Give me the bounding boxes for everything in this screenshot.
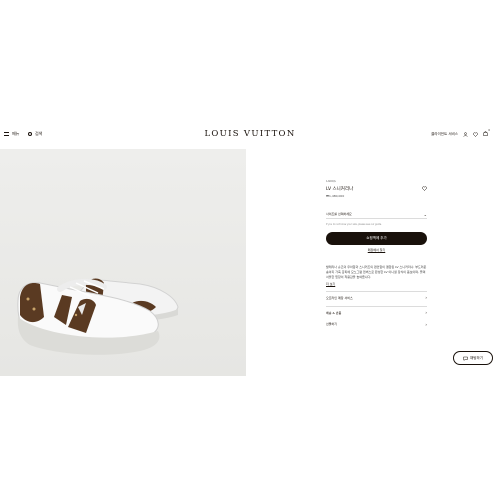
read-more-link[interactable]: 더 보기: [326, 282, 427, 286]
shopping-bag-icon: [483, 131, 488, 136]
brand-logo[interactable]: LOUIS VUITTON: [0, 129, 500, 139]
chevron-right-icon: ›: [425, 310, 427, 315]
product-description: 발레리나 슈즈의 우아함과 스니커즈의 편안함이 결합된 LV 스니커리나. 부…: [326, 265, 427, 279]
add-to-cart-button[interactable]: 쇼핑백에 추가: [326, 232, 427, 245]
product-price: ₩1,480,000: [326, 194, 345, 198]
info-row-label: 선물하기: [326, 322, 338, 326]
info-row-gift[interactable]: 선물하기 ›: [326, 318, 427, 330]
info-rows: 오프라인 매장 서비스 › 배송 & 반품 › 선물하기 ›: [326, 291, 427, 330]
bag-count-badge: 0: [488, 129, 490, 132]
info-row-shipping[interactable]: 배송 & 반품 ›: [326, 306, 427, 318]
sneaker-illustration: [17, 278, 179, 355]
contact-link[interactable]: 클라이언트 서비스: [431, 132, 458, 137]
chat-button[interactable]: 채팅하기: [453, 351, 493, 365]
product-image[interactable]: [0, 149, 246, 376]
chevron-down-icon: ⌄: [423, 211, 427, 217]
title-row: LV 스니커리나: [326, 186, 427, 192]
header-tools: 클라이언트 서비스 0: [431, 129, 490, 137]
bag-button[interactable]: 0: [483, 129, 490, 137]
info-row-label: 배송 & 반품: [326, 310, 342, 315]
find-in-store-link[interactable]: 매장에서 찾기: [326, 248, 427, 252]
chat-label: 채팅하기: [470, 355, 483, 360]
size-selector[interactable]: 사이즈를 선택하세요 ⌄: [326, 210, 427, 219]
chevron-right-icon: ›: [425, 295, 427, 300]
product-panel: 1AR9QL LV 스니커리나 ₩1,480,000 사이즈를 선택하세요 ⌄ …: [326, 180, 427, 330]
size-selector-label: 사이즈를 선택하세요: [326, 212, 352, 216]
wishlist-heart-icon[interactable]: [422, 186, 427, 191]
info-row-label: 오프라인 매장 서비스: [326, 295, 353, 300]
user-icon[interactable]: [463, 131, 468, 137]
chat-bubble-icon: [463, 356, 468, 361]
product-title: LV 스니커리나: [326, 187, 354, 192]
size-guide-note: If you do not know your size, please see…: [326, 223, 382, 226]
chevron-right-icon: ›: [425, 321, 427, 327]
site-header: 메뉴 검색 LOUIS VUITTON 클라이언트 서비스 0: [0, 121, 500, 149]
wishlist-icon[interactable]: [473, 132, 478, 137]
info-row-store-service[interactable]: 오프라인 매장 서비스 ›: [326, 291, 427, 303]
product-reference: 1AR9QL: [326, 180, 336, 183]
